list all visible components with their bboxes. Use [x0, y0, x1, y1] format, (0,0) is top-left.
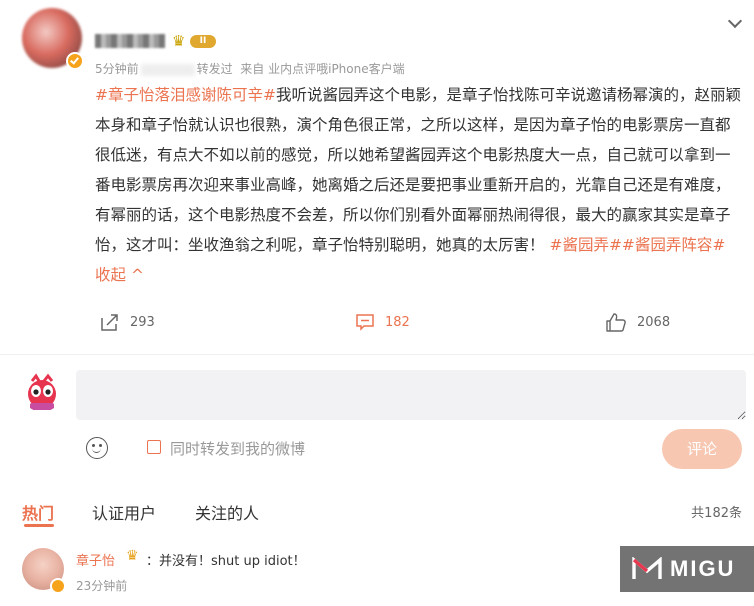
tab-hot[interactable]: 热门: [22, 500, 54, 524]
tab-following[interactable]: 关注的人: [195, 500, 259, 524]
like-count: 2068: [637, 314, 671, 330]
hashtag-link[interactable]: #章子怡落泪感谢陈可辛#: [95, 86, 276, 104]
migu-logo-icon: [632, 557, 662, 579]
submit-comment-button[interactable]: 评论: [662, 429, 742, 469]
commenter-name[interactable]: 章子怡: [76, 550, 115, 569]
repost-icon: [101, 314, 118, 331]
chevron-up-icon: ^: [130, 266, 144, 284]
divider: [0, 354, 754, 355]
repost-button[interactable]: 293: [100, 312, 155, 332]
post-source: 来自 业内点评哦iPhone客户端: [240, 62, 405, 76]
crown-icon: ♛: [172, 32, 186, 50]
comment-input[interactable]: [76, 370, 746, 420]
chevron-down-icon[interactable]: [727, 13, 743, 29]
tab-verified-users[interactable]: 认证用户: [92, 500, 156, 524]
verified-badge-icon: [66, 52, 84, 70]
verified-badge-icon: [50, 578, 66, 594]
post-text: #章子怡落泪感谢陈可辛#我听说酱园弄这个电影，是章子怡找陈可辛说邀请杨幂演的，赵…: [95, 80, 745, 290]
author-name-blurred[interactable]: [95, 34, 165, 48]
comment-button[interactable]: 182: [355, 312, 410, 332]
watermark-text: MIGU: [670, 556, 736, 581]
post-action: 转发过: [196, 62, 233, 76]
post-body-text: 我听说酱园弄这个电影，是章子怡找陈可辛说邀请杨幂演的，赵丽颖本身和章子怡就认识也…: [95, 86, 741, 254]
current-user-avatar[interactable]: [22, 372, 62, 412]
comment-icon: [356, 314, 374, 331]
repost-count: 293: [130, 314, 155, 330]
like-icon: [606, 313, 626, 332]
blurred-meta: [140, 63, 195, 76]
like-button[interactable]: 2068: [605, 312, 670, 332]
repost-checkbox[interactable]: [147, 440, 161, 454]
hashtag-link[interactable]: #酱园弄##酱园弄阵容#: [549, 236, 725, 254]
migu-watermark: MIGU: [620, 546, 754, 592]
vip-level-badge: II: [190, 35, 216, 48]
post-meta: 5分钟前 转发过 来自 业内点评哦iPhone客户端: [95, 60, 405, 77]
comment-total: 共182条: [691, 506, 742, 521]
repost-checkbox-label[interactable]: 同时转发到我的微博: [170, 438, 305, 459]
post-time[interactable]: 5分钟前: [95, 62, 139, 76]
crown-icon: ♛: [126, 548, 139, 564]
collapse-link[interactable]: 收起 ^: [95, 266, 144, 284]
emoji-icon[interactable]: [86, 437, 108, 459]
comment-text: ：并没有！shut up idiot！: [146, 554, 306, 569]
comment-count: 182: [385, 314, 410, 330]
active-tab-indicator: [24, 524, 54, 527]
comment-time: 23分钟前: [76, 579, 128, 593]
